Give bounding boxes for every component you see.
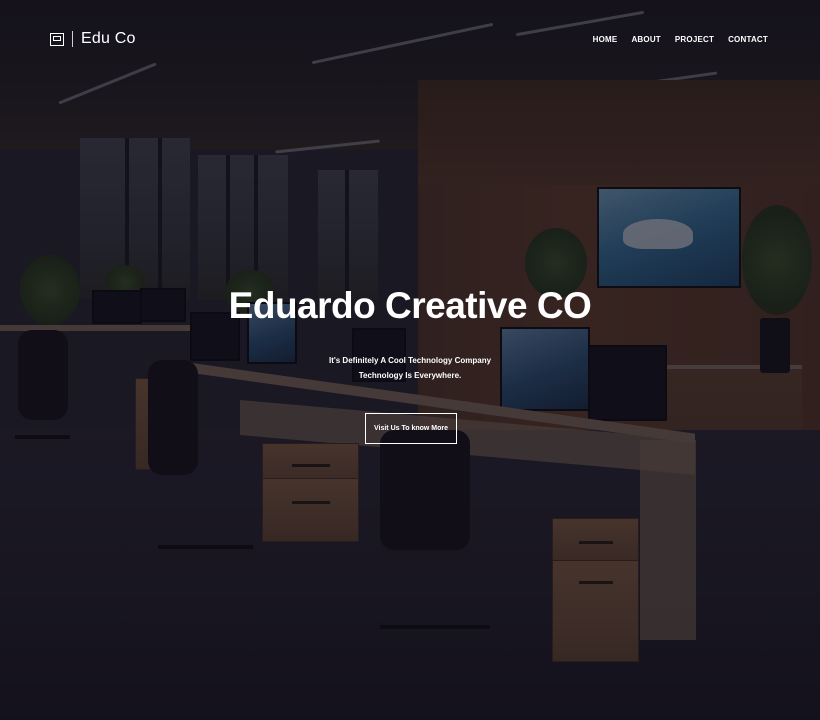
site-header: Edu Co HOME ABOUT PROJECT CONTACT	[0, 0, 820, 78]
hero-subtitle-line-1: It's Definitely A Cool Technology Compan…	[328, 356, 492, 365]
brand-divider	[72, 31, 73, 47]
hero-subtitle-line-2: Technology Is Everywhere.	[358, 371, 462, 380]
nav-item-home[interactable]: HOME	[593, 35, 618, 44]
nav-item-contact[interactable]: CONTACT	[728, 35, 768, 44]
brand-logo[interactable]: Edu Co	[50, 29, 136, 49]
brand-name: Edu Co	[81, 30, 136, 47]
hero-subtitle: It's Definitely A Cool Technology Compan…	[0, 353, 820, 383]
hero-title: Eduardo Creative CO	[228, 285, 592, 326]
nav-item-about[interactable]: ABOUT	[631, 35, 660, 44]
laptop-icon	[50, 32, 64, 46]
main-nav: HOME ABOUT PROJECT CONTACT	[593, 35, 768, 44]
nav-item-project[interactable]: PROJECT	[675, 35, 714, 44]
visit-us-button[interactable]: Visit Us To know More	[365, 413, 457, 444]
